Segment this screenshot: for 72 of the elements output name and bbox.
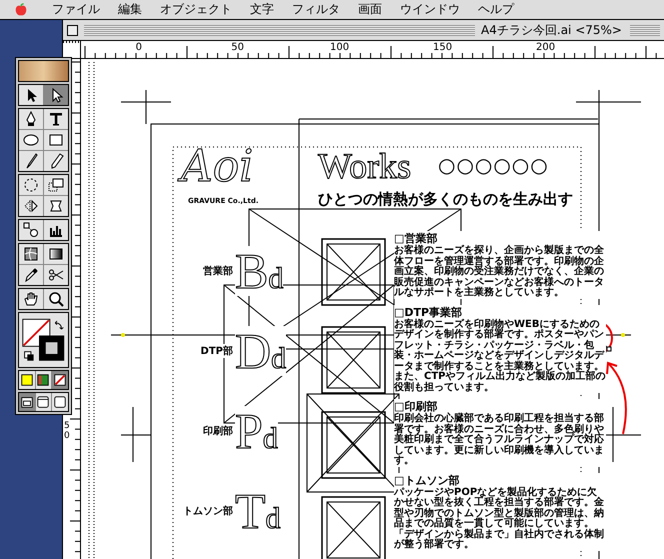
menu-item[interactable]: ヘルプ bbox=[470, 1, 522, 18]
tagline: ひとつの情熱が多くのものを生み出す bbox=[318, 190, 573, 209]
section-text: お客様のニーズを探り、企画から製版までの全体フローを管理運営する部署です。印刷物の企画立案、印刷物の受注業務だけでなく、企業の販売促進のキャンペーンなどお客様へのトータルなサポートを主業務としています。 bbox=[394, 246, 606, 298]
ruler-origin[interactable] bbox=[63, 41, 81, 58]
tool-button[interactable] bbox=[19, 244, 43, 264]
crop-mark bbox=[120, 90, 172, 124]
screen-mode-button[interactable] bbox=[36, 393, 52, 411]
headline: Works bbox=[318, 145, 412, 187]
tool-button[interactable] bbox=[44, 220, 68, 240]
title-bar-stripes bbox=[630, 24, 660, 36]
color-mode-button[interactable] bbox=[36, 371, 52, 389]
free-transform-icon bbox=[48, 198, 64, 214]
menu-item[interactable]: 画面 bbox=[350, 1, 390, 18]
tool-button[interactable] bbox=[44, 130, 68, 150]
full-screen-menu-icon bbox=[36, 395, 50, 409]
ellipse-icon bbox=[23, 132, 39, 148]
tool-button[interactable] bbox=[19, 175, 43, 195]
reflect-icon bbox=[23, 198, 39, 214]
zoom-icon bbox=[48, 291, 64, 307]
ruler-label: 200 bbox=[536, 42, 552, 53]
tool-button[interactable] bbox=[44, 175, 68, 195]
ruler-label: 100 bbox=[330, 42, 346, 53]
tool-button[interactable] bbox=[19, 220, 43, 240]
color-mode-button[interactable] bbox=[52, 371, 68, 389]
tool-button[interactable] bbox=[19, 151, 43, 171]
tool-button[interactable] bbox=[44, 109, 68, 129]
menu-item[interactable]: ウインドウ bbox=[392, 1, 468, 18]
department-initials: Dd bbox=[235, 326, 286, 376]
department-initials: Bd bbox=[235, 246, 284, 296]
hand-icon bbox=[23, 291, 39, 307]
photo-placeholder[interactable] bbox=[18, 60, 69, 82]
window-title: A4チラシ今回.ai <75%> bbox=[481, 22, 623, 38]
apple-logo-icon[interactable] bbox=[14, 2, 28, 16]
tool-button[interactable] bbox=[44, 244, 68, 264]
color-swatch-icon bbox=[20, 373, 34, 387]
section-text: パッケージやPOPなどを製品化するために欠かせない型を抜く工程を担当する部署です。金型や刃物でのトムソン型と製版部の管理は、納品までの品質を一貫して可能にしています。「デザインから製品まで」自社内でされる体制が整う部署です。 bbox=[394, 488, 606, 550]
ruler-label: 150 bbox=[433, 42, 449, 53]
mesh-icon bbox=[23, 246, 39, 262]
scissors-icon bbox=[48, 267, 64, 283]
tool-button[interactable] bbox=[44, 196, 68, 216]
ruler-label: 50 bbox=[64, 422, 71, 442]
tool-button[interactable] bbox=[19, 130, 43, 150]
circle-row: ○○○○○○ bbox=[438, 153, 549, 177]
tool-button[interactable] bbox=[44, 151, 68, 171]
window-mode-icon bbox=[20, 395, 34, 409]
section-text: お客様のニーズを印刷物やWEBにするためのデザインを制作する部署です。ポスターやパンフレット・チラシ・パッケージ・ラベル・包装・ホームページなどをデザインしデジタルデータまで制作することを主業務としています。また、CTPやフィルム出力など製版の加工部の役割も担っています。 bbox=[394, 320, 606, 393]
menu-item[interactable]: オブジェクト bbox=[152, 1, 240, 18]
tool-button[interactable] bbox=[44, 289, 68, 309]
color-mode-button[interactable] bbox=[19, 371, 35, 389]
gradient-icon bbox=[48, 246, 64, 262]
menu-item[interactable]: 文字 bbox=[242, 1, 282, 18]
menu-item[interactable]: 編集 bbox=[110, 1, 150, 18]
type-icon bbox=[48, 111, 64, 127]
tool-button[interactable] bbox=[19, 109, 43, 129]
screen-mode-button[interactable] bbox=[52, 393, 68, 411]
scale-icon bbox=[48, 177, 64, 193]
tool-button[interactable] bbox=[19, 196, 43, 216]
tool-button[interactable] bbox=[44, 265, 68, 285]
gradient-swatch-icon bbox=[36, 373, 50, 387]
none-swatch-icon bbox=[53, 373, 68, 387]
close-box[interactable] bbox=[67, 24, 78, 36]
rotate-icon bbox=[23, 177, 39, 193]
blend-icon bbox=[23, 222, 39, 238]
full-screen-icon bbox=[53, 395, 68, 409]
tool-button[interactable] bbox=[19, 265, 43, 285]
tool-button[interactable] bbox=[19, 85, 43, 105]
section-text: 印刷会社の心臓部である印刷工程を担当する部署です。お客様のニーズに合わせ、多色刷りや美粧印刷まで全て合うフルラインナップで対応しています。更に新しい印刷機を導入しています。 bbox=[394, 414, 606, 466]
menu-item[interactable]: フィルタ bbox=[284, 1, 348, 18]
tool-button[interactable] bbox=[19, 289, 43, 309]
eyedropper-icon bbox=[23, 267, 39, 283]
menu-item[interactable]: ファイル bbox=[44, 1, 108, 18]
rectangle-icon bbox=[48, 132, 64, 148]
